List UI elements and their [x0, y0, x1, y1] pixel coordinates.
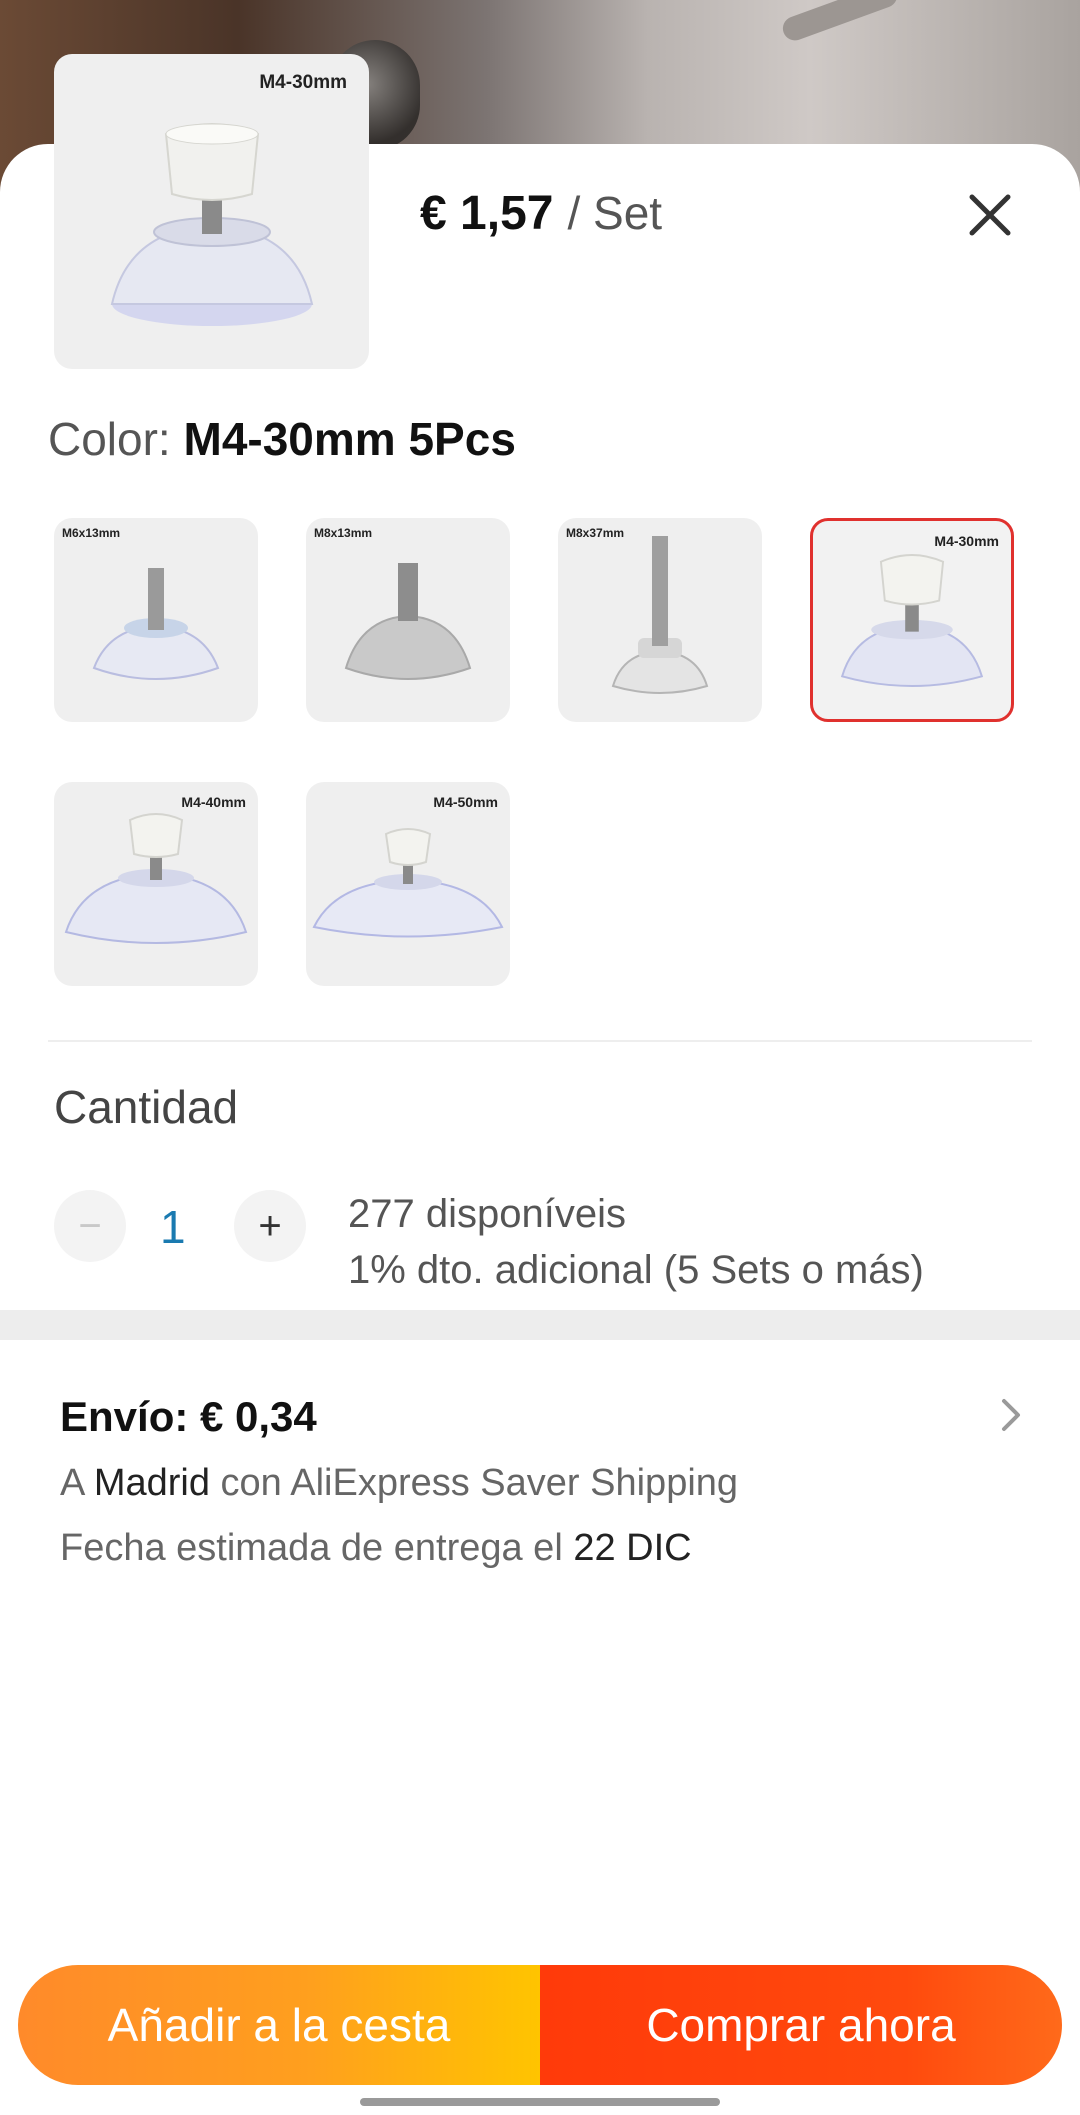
- shipping-date: 22 DIC: [573, 1527, 692, 1569]
- swatch-tag: M4-50mm: [433, 794, 498, 810]
- shipping-city: Madrid: [93, 1462, 210, 1504]
- shipping-destination-prefix: A: [60, 1462, 94, 1504]
- shipping-eta-prefix: Fecha estimada de entrega el: [60, 1527, 574, 1569]
- quantity-increase-button[interactable]: +: [234, 1190, 306, 1262]
- quantity-value[interactable]: 1: [160, 1200, 186, 1254]
- section-gap: [0, 1310, 1080, 1340]
- available-count: 277 disponíveis: [348, 1192, 626, 1236]
- swatch-m4-40mm[interactable]: M4-40mm: [54, 782, 258, 986]
- add-to-cart-button[interactable]: Añadir a la cesta: [18, 1965, 540, 2085]
- color-selected-row: Color: M4-30mm 5Pcs: [48, 412, 516, 466]
- quantity-title: Cantidad: [54, 1081, 239, 1133]
- shipping-method: con AliExpress Saver Shipping: [209, 1462, 739, 1504]
- swatch-tag: M8x13mm: [314, 526, 373, 540]
- thumbnail-label: M4-30mm: [259, 72, 347, 93]
- stock-info: 277 disponíveis 1% dto. adicional (5 Set…: [348, 1186, 924, 1298]
- shipping-eta: Fecha estimada de entrega el 22 DIC: [60, 1527, 692, 1570]
- background-rod: [779, 0, 901, 44]
- price-row: € 1,57 / Set: [420, 186, 662, 241]
- plus-icon: +: [258, 1203, 282, 1248]
- home-indicator[interactable]: [360, 2098, 720, 2106]
- shipping-detail-button[interactable]: [996, 1395, 1026, 1435]
- swatch-m8x13mm[interactable]: M8x13mm: [306, 518, 510, 722]
- shipping-title[interactable]: Envío: € 0,34: [60, 1393, 317, 1441]
- color-selected-value: M4-30mm 5Pcs: [183, 413, 516, 465]
- suction-cup-image: [64, 813, 248, 944]
- suction-cup-image: [840, 554, 984, 687]
- swatch-m4-30mm[interactable]: M4-30mm: [810, 518, 1014, 722]
- color-label: Color:: [48, 413, 171, 465]
- section-divider: [48, 1040, 1032, 1042]
- price: € 1,57: [420, 187, 554, 240]
- suction-cup-image: [344, 563, 472, 680]
- quantity-decrease-button[interactable]: −: [54, 1190, 126, 1262]
- price-unit: / Set: [567, 187, 663, 239]
- swatch-tag: M4-30mm: [934, 533, 999, 549]
- swatch-m6x13mm[interactable]: M6x13mm: [54, 518, 258, 722]
- minus-icon: −: [78, 1203, 102, 1248]
- suction-cup-image: [611, 536, 709, 694]
- product-thumbnail: M4-30mm: [54, 54, 369, 369]
- close-icon: [969, 194, 1011, 236]
- suction-cup-image: [110, 123, 314, 326]
- bulk-discount: 1% dto. adicional (5 Sets o más): [348, 1248, 924, 1292]
- shipping-destination: A Madrid con AliExpress Saver Shipping: [60, 1462, 738, 1505]
- buy-now-button[interactable]: Comprar ahora: [540, 1965, 1062, 2085]
- suction-cup-image: [312, 828, 504, 938]
- swatch-m8x37mm[interactable]: M8x37mm: [558, 518, 762, 722]
- suction-cup-image: [92, 568, 220, 680]
- close-button[interactable]: [960, 185, 1020, 245]
- chevron-right-icon: [1002, 1399, 1020, 1431]
- swatch-tag: M6x13mm: [62, 526, 121, 540]
- swatch-tag: M8x37mm: [566, 526, 625, 540]
- swatch-m4-50mm[interactable]: M4-50mm: [306, 782, 510, 986]
- action-bar: Añadir a la cesta Comprar ahora: [18, 1965, 1062, 2085]
- swatch-tag: M4-40mm: [181, 794, 246, 810]
